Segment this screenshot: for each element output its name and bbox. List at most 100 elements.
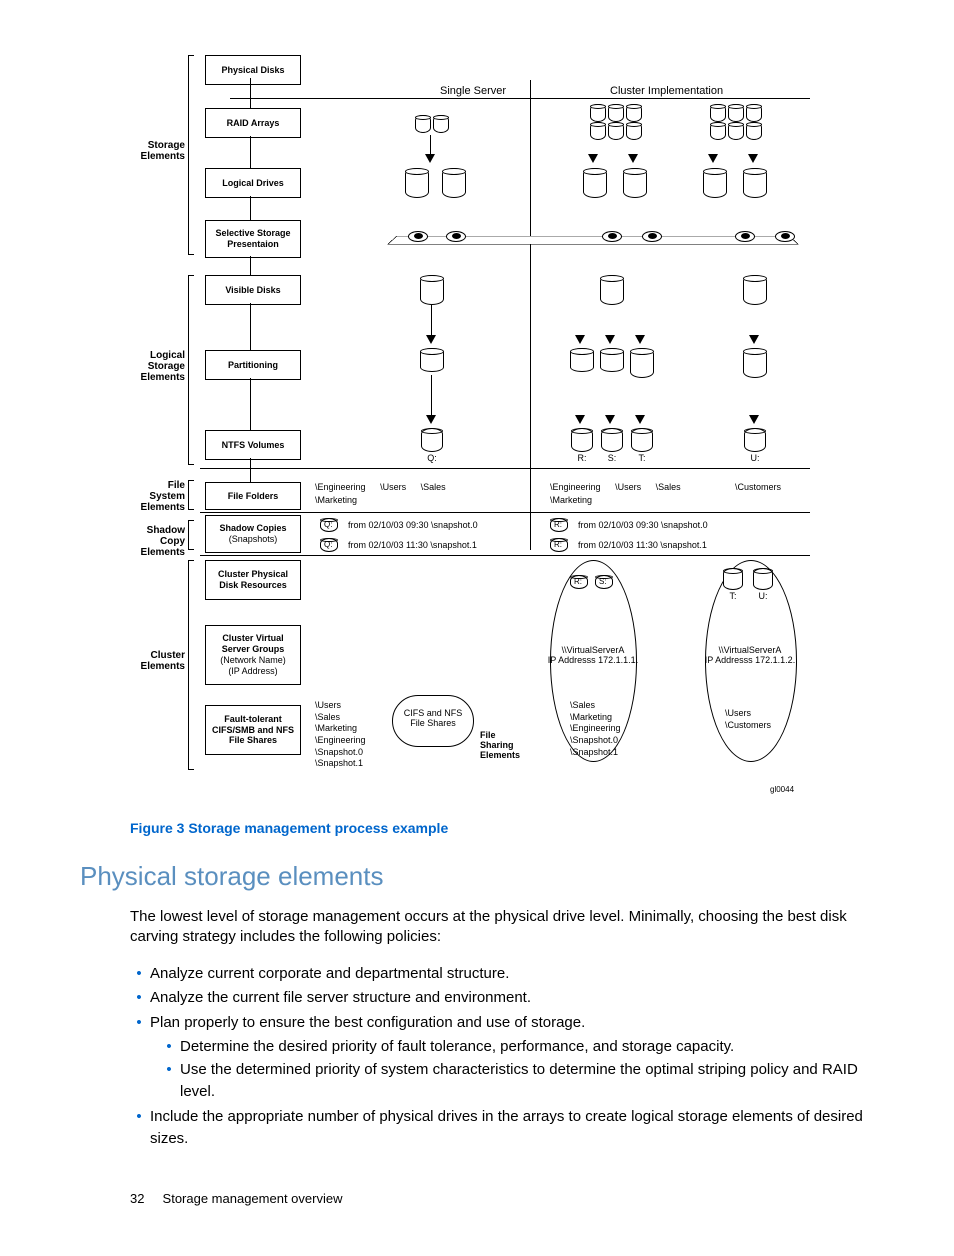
disk-icon	[626, 104, 642, 122]
disk-icon	[710, 122, 726, 140]
arrow-icon	[628, 154, 638, 163]
col-divider	[530, 80, 531, 550]
virtual-server-b: \\VirtualServerA IP Addresss 172.1.1.2.	[690, 645, 810, 665]
disk-icon	[608, 122, 624, 140]
file-sharing-label: FileSharingElements	[480, 730, 520, 760]
partition-icon	[600, 348, 624, 372]
volume-r: R:	[571, 428, 593, 452]
arrow-icon	[426, 335, 436, 344]
box-ntfs: NTFS Volumes	[205, 430, 301, 460]
box-cluster-disk: Cluster Physical Disk Resources	[205, 560, 301, 600]
arrow-icon	[575, 415, 585, 424]
folders-cluster-left-2: \Marketing	[550, 495, 604, 505]
box-partitioning: Partitioning	[205, 350, 301, 380]
visible-disk-icon	[743, 275, 767, 305]
volume-u: U:	[744, 428, 766, 452]
arrow-icon	[749, 335, 759, 344]
box-raid-arrays: RAID Arrays	[205, 108, 301, 138]
ssp-disk-icon	[642, 231, 662, 242]
disk-icon	[728, 122, 744, 140]
disk-icon	[728, 104, 744, 122]
folders-cluster-right: \Customers	[735, 482, 793, 492]
rule	[200, 468, 810, 469]
page-footer: 32 Storage management overview	[130, 1191, 874, 1206]
logical-drive-icon	[623, 168, 647, 198]
partition-icon	[570, 348, 594, 372]
rule	[200, 555, 810, 556]
list-item: Plan properly to ensure the best configu…	[150, 1012, 874, 1104]
ssp-disk-icon	[446, 231, 466, 242]
list-item: Analyze the current file server structur…	[150, 987, 874, 1010]
cluster-elements-label: ClusterElements	[130, 650, 185, 672]
box-ssp: Selective Storage Presentaion	[205, 220, 301, 258]
visible-disk-icon	[600, 275, 624, 305]
storage-diagram: Single Server Cluster Implementation Sto…	[130, 50, 810, 800]
folders-single-2: \Marketing	[315, 495, 369, 505]
folders-cluster-left: \Engineering \Users \Sales	[550, 482, 693, 492]
disk-icon	[710, 104, 726, 122]
volume-s: S:	[601, 428, 623, 452]
ssp-disk-icon	[775, 231, 795, 242]
arrow-icon	[605, 415, 615, 424]
ssp-disk-icon	[735, 231, 755, 242]
logical-drive-icon	[405, 168, 429, 198]
disk-icon	[626, 122, 642, 140]
arrow-icon	[425, 154, 435, 163]
disk-icon	[590, 122, 606, 140]
disk-icon	[746, 122, 762, 140]
arrow-icon	[588, 154, 598, 163]
brace-logical	[188, 275, 194, 465]
shadow-copy-label: Shadow CopyElements	[120, 525, 185, 558]
policies-list: Analyze current corporate and department…	[130, 963, 874, 1151]
cluster-disk-icon: U:	[753, 568, 773, 590]
snapshot-text-0: from 02/10/03 09:30 \snapshot.0	[578, 520, 708, 530]
disk-icon	[608, 104, 624, 122]
list-item: Include the appropriate number of physic…	[150, 1106, 874, 1151]
arrow-icon	[575, 335, 585, 344]
snapshot-text-1: from 02/10/03 11:30 \snapshot.1	[578, 540, 707, 550]
disk-icon	[433, 115, 449, 133]
brace-storage	[188, 55, 194, 255]
arrow-icon	[749, 415, 759, 424]
file-system-label: FileSystemElements	[138, 480, 185, 513]
box-physical-disks: Physical Disks	[205, 55, 301, 85]
cluster-disk-icon: T:	[723, 568, 743, 590]
cluster-header: Cluster Implementation	[610, 85, 723, 97]
volume-q: Q:	[421, 428, 443, 452]
inner-list: Determine the desired priority of fault …	[150, 1036, 874, 1104]
shares-cluster-left: \Sales \Marketing \Engineering \Snapshot…	[570, 700, 621, 758]
ssp-disk-icon	[602, 231, 622, 242]
header-rule	[230, 98, 810, 99]
footer-title: Storage management overview	[163, 1191, 343, 1206]
cluster-disk-icon: S:	[595, 575, 613, 589]
brace-shadow	[188, 520, 194, 550]
box-file-folders: File Folders	[205, 482, 301, 510]
disk-icon	[415, 115, 431, 133]
image-code: gl0044	[770, 785, 810, 820]
list-item: Use the determined priority of system ch…	[180, 1059, 874, 1104]
shares-single: \Users \Sales \Marketing \Engineering \S…	[315, 700, 366, 770]
arrow-icon	[635, 335, 645, 344]
single-server-header: Single Server	[440, 85, 506, 97]
snapshot-disk-icon: R:	[550, 518, 568, 532]
cifs-nfs-label: CIFS and NFSFile Shares	[373, 708, 493, 728]
disk-icon	[746, 104, 762, 122]
list-item: Determine the desired priority of fault …	[180, 1036, 874, 1059]
partition-icon	[630, 348, 654, 378]
box-visible-disks: Visible Disks	[205, 275, 301, 305]
box-cluster-vsg: Cluster Virtual Server Groups (Network N…	[205, 625, 301, 685]
box-ft-shares: Fault-tolerant CIFS/SMB and NFS File Sha…	[205, 705, 301, 755]
folders-single: \Engineering \Users \Sales	[315, 482, 458, 492]
volume-t: T:	[631, 428, 653, 452]
brace-cluster	[188, 560, 194, 770]
list-item: Analyze current corporate and department…	[150, 963, 874, 986]
arrow-icon	[426, 415, 436, 424]
disk-icon	[590, 104, 606, 122]
logical-drive-icon	[743, 168, 767, 198]
virtual-server-a: \\VirtualServerA IP Addresss 172.1.1.1.	[533, 645, 653, 665]
snapshot-disk-icon: Q:	[320, 538, 338, 552]
rule	[200, 512, 810, 513]
snapshot-disk-icon: R:	[550, 538, 568, 552]
ssp-disk-icon	[408, 231, 428, 242]
arrow-icon	[748, 154, 758, 163]
